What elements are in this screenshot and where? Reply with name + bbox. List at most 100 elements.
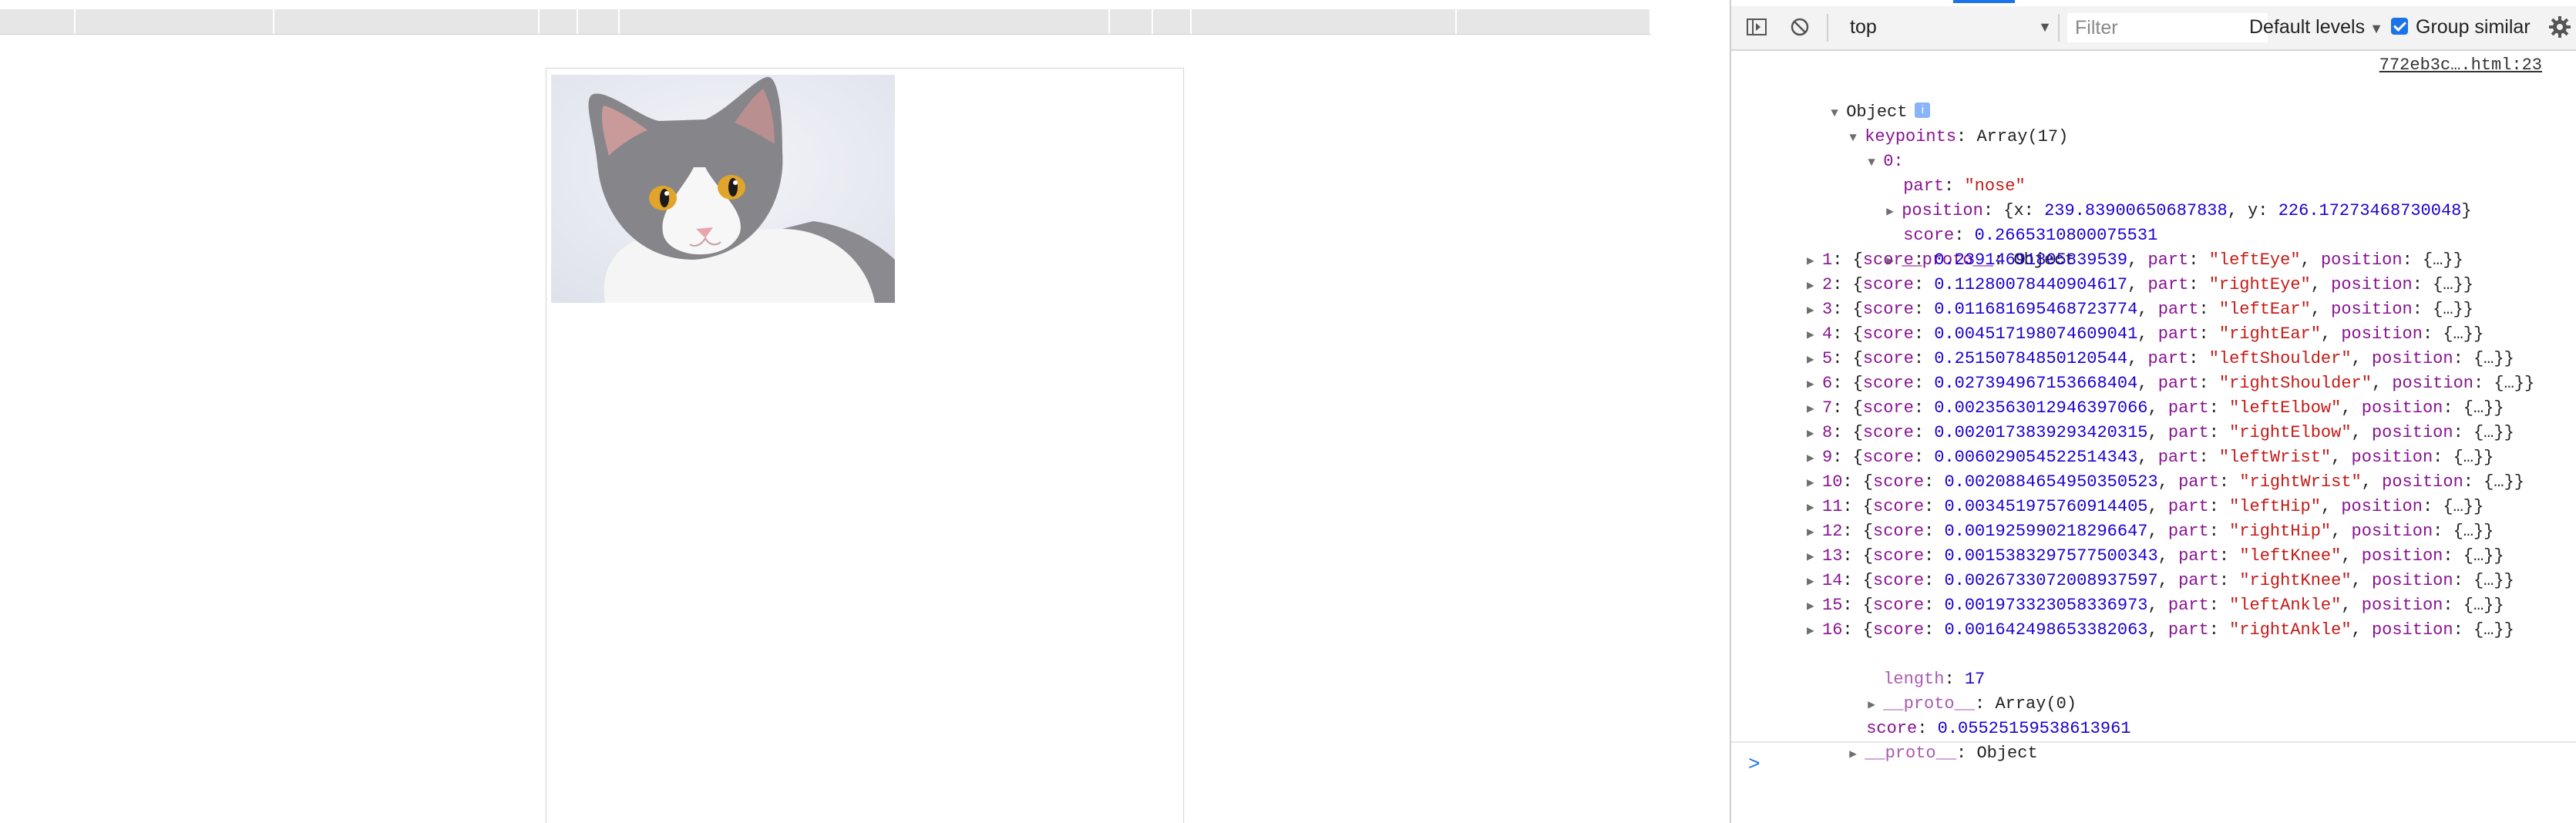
keypoint-row[interactable]: ▶ 1: {score: 0.23914691805839539, part: "… [1807, 248, 2463, 273]
collapsed-triangle-icon[interactable]: ▶ [1807, 348, 1822, 372]
keypoint-row[interactable]: ▶ 5: {score: 0.25150784850120544, part: "… [1807, 347, 2514, 371]
top-ruler-bar [0, 9, 1651, 35]
filter-input[interactable] [2067, 13, 2268, 42]
position-suffix: } [2461, 201, 2472, 220]
collapsed-triangle-icon[interactable]: ▶ [1807, 274, 1822, 298]
score-value: 0.0020173839293420315 [1934, 423, 2148, 442]
collapsed-triangle-icon[interactable]: ▶ [1807, 323, 1822, 348]
collapsed-value[interactable]: : {…}} [2403, 250, 2463, 270]
keypoint-row[interactable]: ▶ 3: {score: 0.011681695468723774, part: … [1807, 297, 2473, 322]
part-value: "leftHip" [2229, 497, 2321, 516]
comma: , [2320, 324, 2342, 344]
keypoint-row[interactable]: ▶ 11: {score: 0.003451975760914405, part:… [1807, 495, 2484, 519]
collapsed-triangle-icon[interactable]: ▶ [1807, 446, 1822, 471]
keypoint-row[interactable]: ▶ 2: {score: 0.11280078440904617, part: "… [1807, 273, 2473, 297]
object-header-row[interactable]: ▼ Object i [1770, 76, 1931, 122]
collapsed-triangle-icon[interactable]: ▶ [1807, 249, 1822, 274]
keypoint-0-row[interactable]: ▼ 0: [1807, 125, 1903, 171]
score-key: score [1862, 423, 1914, 442]
keypoint-row[interactable]: ▶ 4: {score: 0.004517198074609041, part: … [1807, 322, 2484, 347]
collapsed-triangle-icon[interactable]: ▶ [1807, 495, 1822, 520]
array-proto-row[interactable]: ▶ __proto__: Array(0) [1807, 667, 2077, 714]
score-value: 0.006029054522514343 [1934, 448, 2138, 467]
collapsed-value[interactable]: : {…}} [2453, 349, 2514, 368]
collapsed-triangle-icon[interactable]: ▶ [1807, 569, 1822, 594]
collapsed-value[interactable]: : {…}} [2453, 571, 2514, 590]
ruler-segment [1153, 9, 1192, 34]
keypoints-row[interactable]: ▼ keypoints: Array(17) [1788, 100, 2068, 146]
ruler-segment [0, 9, 76, 34]
part-value: "rightWrist" [2239, 472, 2362, 492]
collapsed-triangle-icon[interactable]: ▶ [1807, 397, 1822, 422]
part-value: "rightKnee" [2239, 571, 2352, 590]
collapsed-triangle-icon[interactable]: ▶ [1807, 422, 1822, 446]
keypoint-index: 7 [1822, 398, 1833, 418]
keypoint-row[interactable]: ▶ 9: {score: 0.006029054522514343, part: … [1807, 445, 2494, 470]
comma: , [2351, 620, 2372, 640]
source-link[interactable]: 772eb3c….html:23 [2379, 55, 2542, 75]
position-key: position [2331, 275, 2413, 294]
keypoint-index: 6 [1822, 374, 1833, 393]
comma: , [2147, 596, 2168, 615]
colon: : [2188, 250, 2209, 270]
collapsed-triangle-icon[interactable]: ▶ [1807, 545, 1822, 569]
keypoint-index: 3 [1822, 300, 1833, 319]
collapsed-value[interactable]: : {…}} [2453, 423, 2514, 442]
ruler-segment [620, 9, 1110, 34]
score-value: 0.0026733072008937597 [1944, 571, 2158, 590]
keypoint-row[interactable]: ▶ 16: {score: 0.001642498653382063, part:… [1807, 618, 2514, 643]
keypoint-row[interactable]: ▶ 8: {score: 0.0020173839293420315, part:… [1807, 421, 2514, 445]
sidebar-toggle-icon[interactable] [1745, 15, 1768, 39]
collapsed-value[interactable]: : {…}} [2453, 620, 2514, 640]
collapsed-value[interactable]: : {…}} [2423, 324, 2484, 344]
part-value: "leftWrist" [2218, 448, 2332, 467]
keypoint-0-position-row[interactable]: ▶ position: {x: 239.83900650687838, y: 22… [1825, 174, 2471, 220]
part-key: part [2157, 448, 2199, 467]
collapsed-value[interactable]: : {…}} [2433, 448, 2494, 467]
keypoint-row[interactable]: ▶ 14: {score: 0.0026733072008937597, part… [1807, 569, 2514, 593]
collapsed-triangle-icon[interactable]: ▶ [1807, 372, 1822, 397]
keypoint-row[interactable]: ▶ 12: {score: 0.001925990218296647, part:… [1807, 519, 2494, 544]
collapsed-value[interactable]: : {…}} [2473, 374, 2534, 393]
keypoint-row[interactable]: ▶ 7: {score: 0.0023563012946397066, part:… [1807, 396, 2504, 421]
collapsed-triangle-icon[interactable]: ▶ [1807, 619, 1822, 643]
keypoint-0-proto-row[interactable]: ▶ __proto__: Object [1825, 223, 2074, 270]
group-similar-label: Group similar [2416, 16, 2531, 38]
keypoint-row[interactable]: ▶ 6: {score: 0.027394967153668404, part: … [1807, 371, 2534, 396]
colon: : [2208, 596, 2230, 615]
collapsed-value[interactable]: : {…}} [2413, 275, 2473, 294]
collapsed-value[interactable]: : {…}} [2413, 300, 2473, 319]
colon: : [2208, 423, 2230, 442]
group-similar-checkbox[interactable]: Group similar [2391, 14, 2531, 40]
keypoint-row[interactable]: ▶ 15: {score: 0.001973323058336973, part:… [1807, 593, 2504, 618]
score-key: score [1862, 349, 1914, 368]
collapsed-triangle-icon[interactable]: ▶ [1807, 520, 1822, 545]
collapsed-value[interactable]: : {…}} [2443, 596, 2504, 615]
part-key: part [2167, 596, 2209, 615]
part-key: part [2167, 423, 2209, 442]
devtools-panel: top ▼ Default levels▼ Group similar 772e… [1730, 0, 2576, 823]
collapsed-triangle-icon[interactable]: ▶ [1807, 298, 1822, 323]
colon: : [2188, 349, 2209, 368]
colon: : [1956, 127, 1977, 146]
collapsed-triangle-icon[interactable]: ▶ [1807, 471, 1822, 495]
collapsed-value[interactable]: : {…}} [2443, 546, 2504, 566]
collapsed-triangle-icon[interactable]: ▶ [1807, 594, 1822, 619]
checkbox-checked-icon[interactable] [2391, 18, 2408, 35]
collapsed-value[interactable]: : {…}} [2463, 472, 2524, 492]
object-proto-row[interactable]: ▶ __proto__: Object [1788, 717, 2037, 763]
keypoint-row[interactable]: ▶ 10: {score: 0.0020884654950350523, part… [1807, 470, 2524, 495]
part-key: part [2167, 398, 2209, 418]
context-selector[interactable]: top ▼ [1842, 14, 2052, 40]
log-levels-dropdown[interactable]: Default levels ▼ [2249, 14, 2383, 40]
clear-console-icon[interactable] [1788, 15, 1811, 39]
console-prompt[interactable]: > [1748, 752, 1760, 777]
score-value: 0.001642498653382063 [1944, 620, 2148, 640]
collapsed-triangle-icon[interactable]: ▶ [1849, 742, 1865, 767]
collapsed-value[interactable]: : {…}} [2443, 398, 2504, 418]
colon: : { [1832, 398, 1863, 418]
gear-icon[interactable] [2548, 15, 2571, 39]
keypoint-row[interactable]: ▶ 13: {score: 0.0015383297577500343, part… [1807, 544, 2504, 569]
collapsed-value[interactable]: : {…}} [2423, 497, 2484, 516]
collapsed-value[interactable]: : {…}} [2433, 522, 2494, 541]
